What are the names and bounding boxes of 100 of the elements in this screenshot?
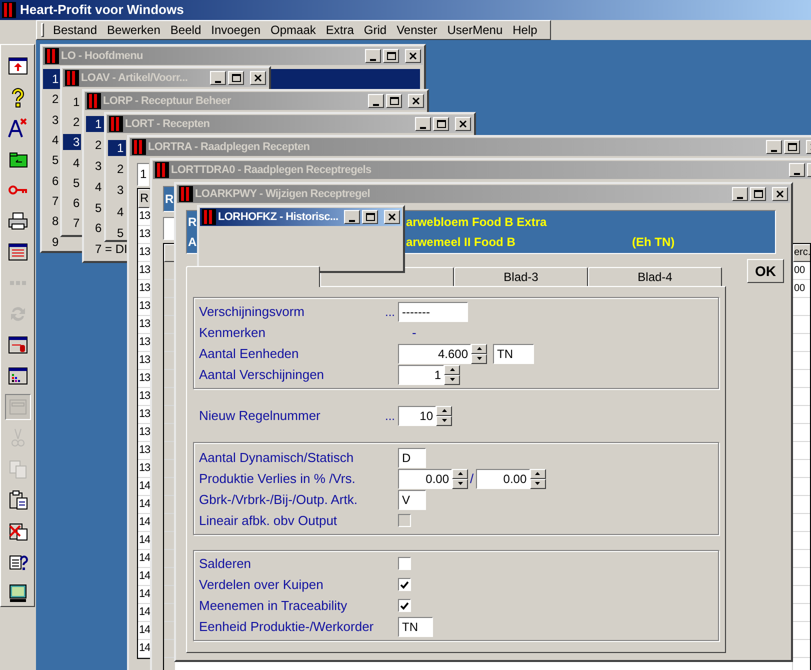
window-title: LO - Hoofdmenu [61,48,144,64]
ok-button[interactable]: OK [747,259,784,283]
menu-item[interactable]: Extra [320,21,359,39]
window-title: LOARKPWY - Wijzigen Receptregel [195,186,371,202]
menu-item[interactable]: Beeld [165,21,206,39]
menu-item[interactable]: Bewerken [102,21,166,39]
menu-item[interactable]: 7 [63,215,81,232]
font-delete-icon [6,117,28,139]
minimize-button[interactable] [732,187,748,201]
table-cell-text: 14 [138,569,151,584]
menu-item[interactable]: UserMenu [442,21,508,39]
checkbox[interactable] [398,599,411,612]
menu-item[interactable]: Bestand [48,21,102,39]
menu-item[interactable]: 4 [86,178,104,195]
menu-item[interactable]: 3 [63,134,81,150]
input-field[interactable]: TN [398,616,433,636]
spin-buttons[interactable] [436,406,452,426]
checkbox[interactable] [398,578,411,591]
window-title: LOAV - Artikel/Voorr... [81,70,189,86]
menu-item[interactable]: 1 [63,94,81,110]
menu-item[interactable]: Venster [392,21,442,39]
menu-item[interactable]: 6 [63,195,81,212]
field-label: Verdelen over Kuipen [198,576,324,594]
menu-item[interactable]: 2 [86,137,104,154]
spin-buttons[interactable] [452,468,468,488]
number-field[interactable]: 0.00 [398,468,452,488]
input-field[interactable]: V [398,490,426,510]
input-field[interactable]: ------- [398,302,468,322]
minimize-button[interactable] [210,71,226,85]
menu-item[interactable]: 6 [86,220,104,236]
tab[interactable]: Blad-3 [454,267,588,286]
app-icon [109,116,123,132]
table-cell-text: 14 [138,497,151,512]
menu-item[interactable]: 6 [43,172,61,189]
menu-item[interactable]: 9 [43,234,61,250]
minimize-button[interactable] [344,210,360,224]
menu-item[interactable]: 2 [108,160,126,177]
spin-buttons[interactable] [444,364,460,384]
menu-item[interactable]: Opmaak [266,21,321,39]
number-field[interactable]: 10 [398,406,436,426]
number-field[interactable]: 0.00 [476,468,530,488]
menu-item[interactable]: 7 = DI [86,241,128,258]
field-label: Verschijningsvorm [198,302,306,321]
checkbox[interactable] [398,557,411,570]
menu-item[interactable]: 4 [43,132,61,148]
minimize-button[interactable] [766,140,782,154]
app-icon [65,70,79,86]
printer-icon [6,210,28,232]
menu-item[interactable]: 1 [108,140,126,156]
minimize-button[interactable] [365,49,381,63]
minimize-button[interactable] [368,94,384,108]
table-cell-text: 13 [138,371,151,386]
menu-item[interactable]: 5 [63,174,81,191]
window-title: LORP - Receptuur Beheer [103,94,232,109]
menu-item[interactable]: 5 [43,152,61,168]
menu-item[interactable]: 3 [86,158,104,174]
menu-item[interactable]: 4 [108,204,126,220]
table-cell-text: 13 [138,443,151,458]
minimize-button[interactable] [415,117,431,131]
menu-item[interactable]: 3 [108,182,126,198]
table-cell-text: 13 [138,407,151,422]
input-field[interactable]: 1 [137,163,149,186]
menu-item[interactable]: Grid [358,21,392,39]
menu-item[interactable]: 7 [43,192,61,209]
minimize-button[interactable] [789,163,805,177]
menu-item[interactable]: 1 [86,116,104,132]
menu-item[interactable]: Invoegen [206,21,266,39]
app-icon [87,93,101,109]
maximize-icon [232,74,241,82]
table-cell-text: 13 [138,389,151,404]
tab[interactable]: Blad-4 [588,267,722,286]
number-field[interactable]: 4.600 [398,344,471,364]
lookup-dots[interactable]: ... [385,306,398,318]
number-field[interactable]: 1 [398,364,444,384]
value-text: - [412,324,416,342]
lookup-dots[interactable]: ... [385,410,398,422]
table-cell-text: 13 [138,353,151,368]
input-field[interactable]: D [398,448,426,468]
menu-item[interactable]: 3 [43,112,61,128]
table-cell-text: 13 [138,209,151,224]
menu-item[interactable]: 5 [86,200,104,216]
input-field[interactable] [163,217,174,240]
spin-buttons[interactable] [530,468,546,488]
input-field[interactable]: TN [493,344,534,364]
minimize-icon [794,173,800,175]
table-cell-text: 00 [793,264,806,278]
spin-buttons[interactable] [471,344,487,364]
menu-item[interactable]: 2 [63,114,81,130]
menu-item[interactable]: Help [508,21,542,39]
up-arrow-icon [458,472,462,475]
table-cell-text: 14 [138,623,151,638]
menu-item[interactable]: 4 [63,154,81,171]
menu-item[interactable]: 8 [43,213,61,230]
up-arrow-icon [535,472,540,475]
info-value: arwemeel II Food B [406,234,516,251]
menu-item[interactable]: 5 [108,224,126,240]
window-mouse-icon [6,334,28,356]
menu-item[interactable]: 2 [43,91,61,108]
minimize-icon [420,127,426,129]
window-title: LORT - Recepten [125,116,211,132]
